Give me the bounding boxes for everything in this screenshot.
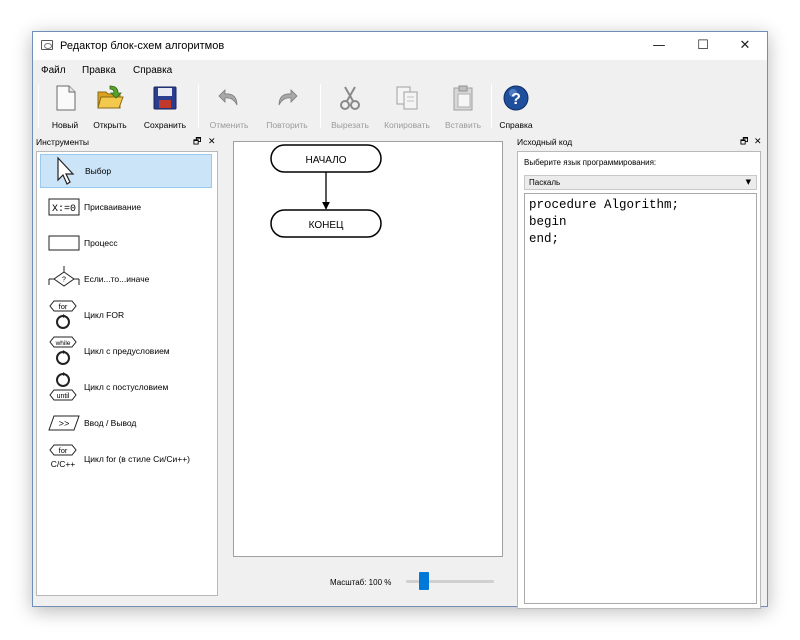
source-panel: Исходный код 🗗 ✕ Выберите язык программи… [514,135,766,609]
paste-button[interactable]: Вставить [439,81,487,131]
tool-label: Цикл с постусловием [84,382,169,392]
while-glyph: while [55,340,71,347]
source-box: Выберите язык программирования: Паскаль … [517,151,761,609]
svg-text:?: ? [62,277,66,284]
redo-icon [278,89,298,106]
source-panel-title: Исходный код [517,137,573,147]
toolbar: Новый Открыть Сохранить Отменить Повтори… [33,81,767,131]
redo-label: Повторить [266,120,308,130]
process-icon [48,235,80,251]
assignment-glyph: X:=0 [52,204,76,215]
save-label: Сохранить [143,120,187,130]
window-title: Редактор блок-схем алгоритмов [60,40,225,52]
help-button[interactable]: ? Справка [495,81,537,131]
for-glyph: for [59,302,68,311]
end-block-label: КОНЕЦ [309,220,344,231]
copy-icon [396,86,418,110]
tool-label: Выбор [85,166,112,176]
tool-until-loop[interactable]: until Цикл с постусловием [40,370,212,404]
until-loop-icon: until [49,372,77,401]
source-panel-float-button[interactable]: 🗗 [740,135,748,149]
undo-icon [218,89,238,106]
dropdown-arrow-icon: ▼ [745,178,751,186]
for-loop-icon: for [49,300,77,329]
zoom-label: Масштаб: 100 % [330,578,392,587]
paste-label: Вставить [444,120,482,130]
cut-label: Вырезать [331,120,369,130]
copy-button[interactable]: Копировать [379,81,435,131]
save-button[interactable]: Сохранить [137,81,193,131]
tool-if-then-else[interactable]: ? Если...то...иначе [40,262,212,296]
tool-c-for-loop[interactable]: for C/C++ Цикл for (в стиле Си/Си++) [40,442,212,476]
cut-button[interactable]: Вырезать [325,81,375,131]
save-disk-icon [153,86,177,110]
open-button[interactable]: Открыть [85,81,135,131]
tool-label: Цикл FOR [84,310,125,320]
svg-text:?: ? [511,91,521,108]
cut-icon [340,86,360,110]
if-then-else-icon: ? [48,266,80,287]
pointer-icon [57,156,75,185]
minimize-button[interactable]: — [637,32,681,60]
toolbar-grip [38,84,39,128]
undo-button[interactable]: Отменить [203,81,255,131]
language-select[interactable]: Паскаль ▼ [524,175,757,190]
tool-for-loop[interactable]: for Цикл FOR [40,298,212,332]
tool-label: Цикл for (в стиле Си/Си++) [84,454,190,464]
tool-while-loop[interactable]: while Цикл с предусловием [40,334,212,368]
app-icon [41,40,53,50]
while-loop-icon: while [49,336,77,365]
help-icon: ? [503,85,529,111]
tool-label: Процесс [84,238,118,248]
io-glyph: >> [59,420,70,430]
start-block-label: НАЧАЛО [305,155,346,166]
toolbar-separator [198,84,199,128]
tools-list: Выбор X:=0 Присваивание Процесс ? Если..… [36,151,218,596]
tool-select[interactable]: Выбор [40,154,212,188]
tool-input-output[interactable]: >> Ввод / Вывод [40,406,212,440]
paste-icon [453,85,473,111]
help-label: Справка [499,120,533,130]
toolbar-separator [491,84,492,128]
copy-label: Копировать [384,120,430,130]
zoom-slider-thumb[interactable] [419,572,429,590]
language-value: Паскаль [529,178,561,187]
menu-bar: Файл Правка Справка [33,63,767,79]
c-for-glyph: for [59,446,68,455]
open-folder-icon [97,85,124,109]
tools-panel-close-button[interactable]: ✕ [208,135,216,149]
tool-label: Если...то...иначе [84,274,150,284]
close-button[interactable]: ✕ [723,32,767,60]
flowchart-canvas[interactable]: НАЧАЛО КОНЕЦ [233,141,503,557]
c-cpp-glyph: C/C++ [51,459,76,469]
tool-label: Цикл с предусловием [84,346,170,356]
menu-help[interactable]: Справка [133,65,172,76]
new-label: Новый [51,120,79,130]
redo-button[interactable]: Повторить [259,81,315,131]
toolbar-separator [320,84,321,128]
language-label: Выберите язык программирования: [524,158,657,167]
undo-label: Отменить [209,120,249,130]
tool-label: Ввод / Вывод [84,418,137,428]
tool-label: Присваивание [84,202,142,212]
source-code-editor[interactable]: procedure Algorithm; begin end; [524,193,757,604]
menu-file[interactable]: Файл [41,65,66,76]
new-button[interactable]: Новый [45,81,85,131]
title-bar: Редактор блок-схем алгоритмов — ☐ ✕ [33,32,767,60]
tools-panel-float-button[interactable]: 🗗 [193,135,201,149]
menu-edit[interactable]: Правка [82,65,116,76]
app-window: Редактор блок-схем алгоритмов — ☐ ✕ Файл… [32,31,768,609]
assignment-icon: X:=0 [48,198,80,216]
tool-process[interactable]: Процесс [40,226,212,260]
new-file-icon [56,85,76,111]
tools-panel: Инструменты 🗗 ✕ Выбор X:=0 Присваивание [33,135,221,606]
tool-assignment[interactable]: X:=0 Присваивание [40,190,212,224]
source-panel-close-button[interactable]: ✕ [754,135,762,149]
maximize-button[interactable]: ☐ [681,32,725,60]
flowchart-drawing: НАЧАЛО КОНЕЦ [270,144,382,238]
input-output-icon: >> [48,415,80,431]
open-label: Открыть [93,120,127,130]
c-for-loop-icon: for C/C++ [49,444,77,469]
until-glyph: until [57,393,70,400]
